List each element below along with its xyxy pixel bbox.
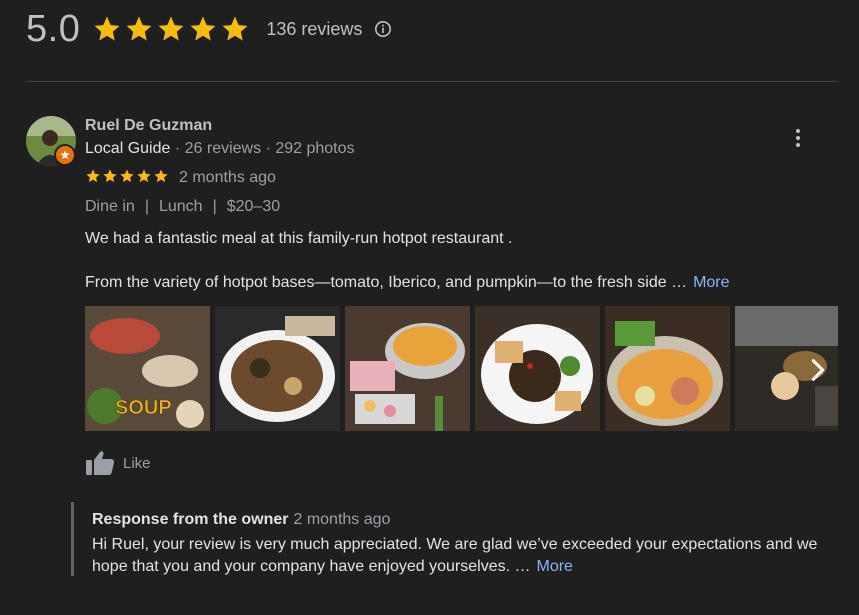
owner-response-text: Hi Ruel, your review is very much apprec… xyxy=(92,536,818,575)
star-icon xyxy=(126,16,152,41)
review-photo[interactable] xyxy=(475,306,600,431)
avatar[interactable] xyxy=(26,116,76,166)
star-icon xyxy=(190,16,216,41)
owner-response-header: Response from the owner 2 months ago xyxy=(92,511,390,529)
reviewer-name[interactable]: Ruel De Guzman xyxy=(85,117,212,135)
star-icon xyxy=(94,16,120,41)
owner-response-date: 2 months ago xyxy=(293,511,391,528)
more-options-icon[interactable] xyxy=(788,126,808,150)
review-photo[interactable] xyxy=(215,306,340,431)
review-photo[interactable]: SOUP xyxy=(85,306,210,431)
photo-strip: SOUP xyxy=(85,306,838,431)
owner-response-more-link[interactable]: More xyxy=(537,558,573,575)
star-icon xyxy=(222,16,248,41)
reviewer-photo-count: 292 photos xyxy=(275,140,355,157)
local-guide-badge-icon xyxy=(54,144,76,166)
star-icon xyxy=(120,169,134,183)
thumbs-up-icon xyxy=(86,451,115,475)
review-photo[interactable] xyxy=(605,306,730,431)
star-icon xyxy=(154,169,168,183)
rating-summary: 5.0 136 reviews xyxy=(26,6,392,52)
star-icon xyxy=(158,16,184,41)
reviewer-review-count: 26 reviews xyxy=(184,140,262,157)
review-tags: Dine in | Lunch | $20–30 xyxy=(85,198,281,215)
review-date: 2 months ago xyxy=(179,169,276,186)
review-count[interactable]: 136 reviews xyxy=(266,19,362,40)
divider xyxy=(26,81,838,82)
star-icon xyxy=(86,169,100,183)
review-stars xyxy=(85,168,169,184)
like-label: Like xyxy=(123,454,151,472)
info-icon[interactable] xyxy=(374,20,392,38)
local-guide-label: Local Guide xyxy=(85,140,171,157)
star-icon xyxy=(103,169,117,183)
tag-service: Dine in xyxy=(85,198,135,215)
review-more-link[interactable]: More xyxy=(693,274,729,291)
star-icon xyxy=(137,169,151,183)
chevron-right-icon[interactable] xyxy=(803,355,833,385)
owner-response-title: Response from the owner xyxy=(92,511,289,528)
reviewer-meta: Local Guide · 26 reviews · 292 photos xyxy=(85,140,355,157)
review-text-continued: From the variety of hotpot bases—tomato,… xyxy=(85,274,730,291)
owner-response: Response from the owner 2 months ago Hi R… xyxy=(71,502,844,576)
like-button[interactable]: Like xyxy=(85,450,151,476)
review-text: We had a fantastic meal at this family-r… xyxy=(85,230,513,247)
tag-price: $20–30 xyxy=(226,198,281,215)
average-rating: 5.0 xyxy=(26,7,81,50)
tag-meal: Lunch xyxy=(158,198,203,215)
photo-caption: SOUP xyxy=(115,397,172,419)
rating-stars xyxy=(92,14,250,44)
review-photo[interactable] xyxy=(345,306,470,431)
